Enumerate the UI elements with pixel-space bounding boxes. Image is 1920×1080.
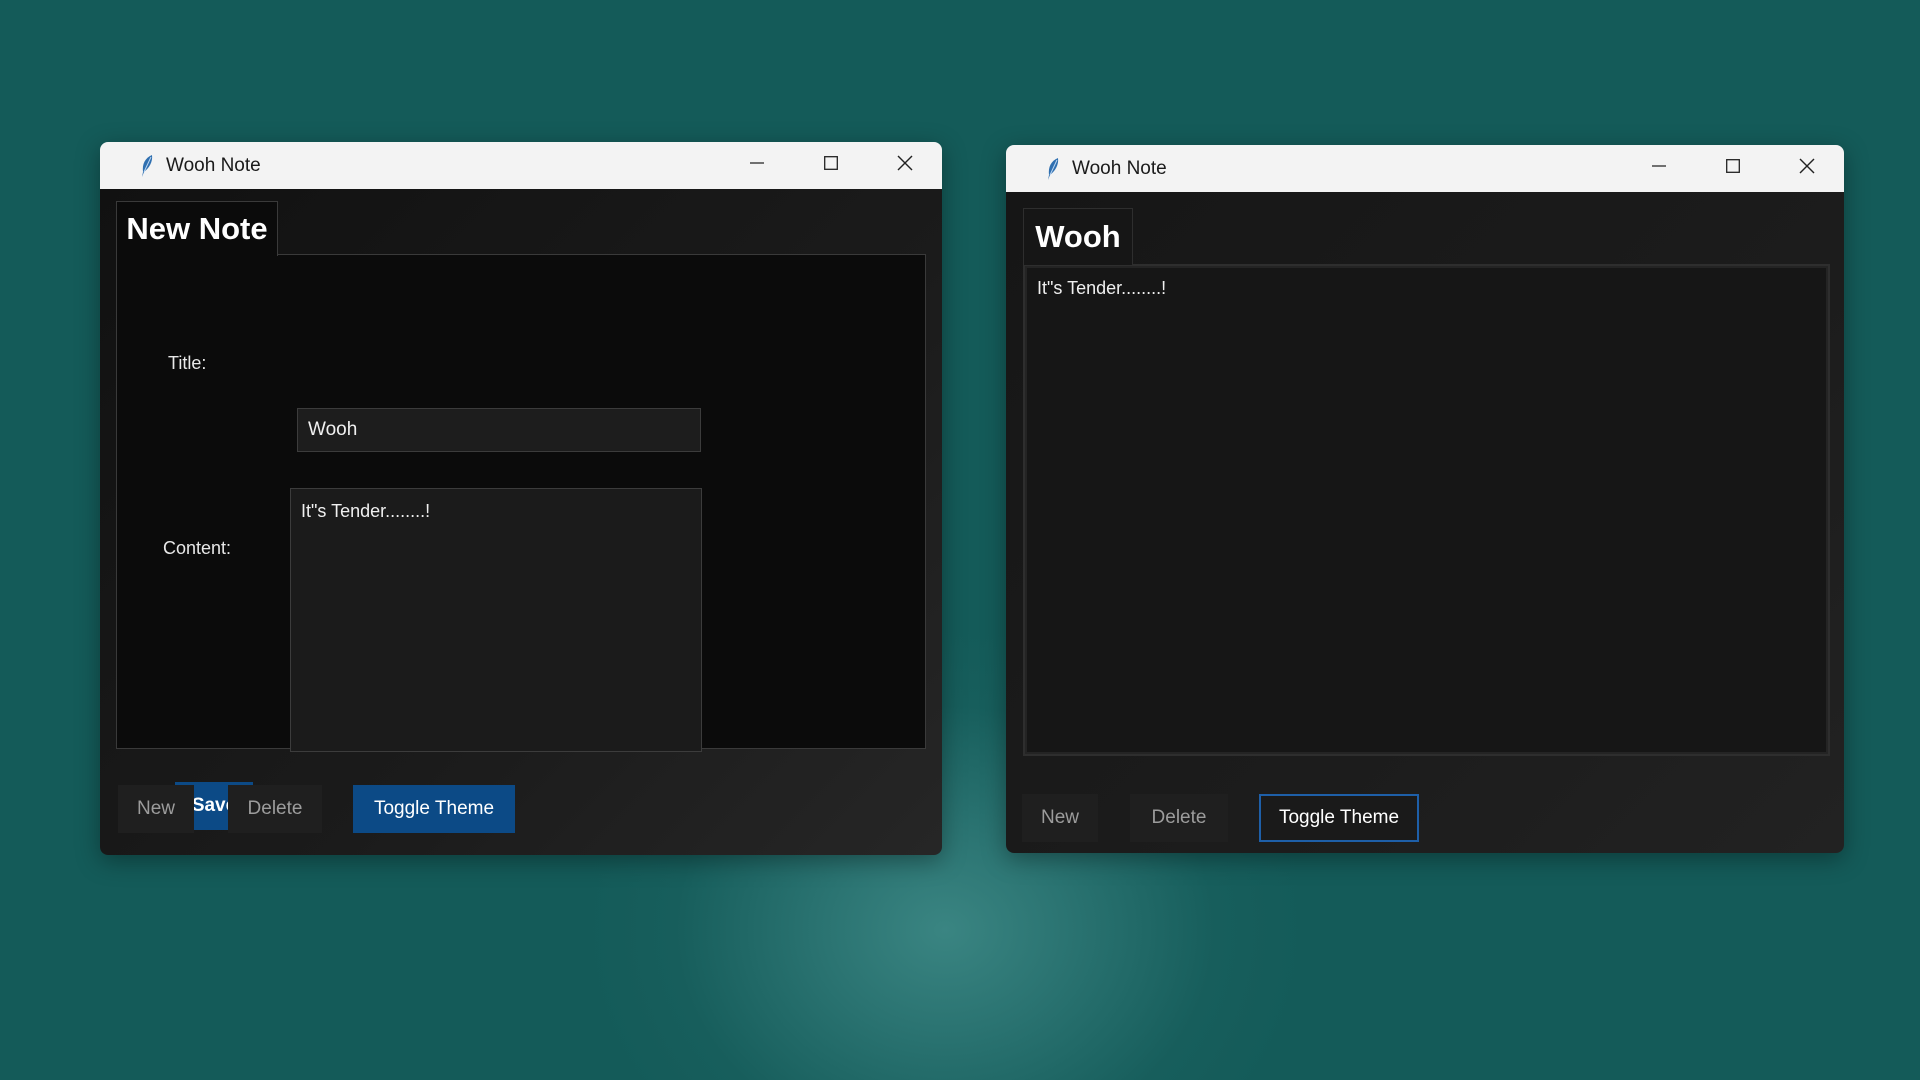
title-input[interactable] [297, 408, 701, 452]
delete-button[interactable]: Delete [228, 785, 322, 833]
minimize-icon [1652, 159, 1666, 178]
window-body: It"s Tender........! Wooh New Delete Tog… [1006, 192, 1844, 853]
minimize-button[interactable] [720, 142, 794, 189]
minimize-icon [750, 156, 764, 175]
close-icon [1799, 158, 1815, 179]
maximize-button[interactable] [1696, 145, 1770, 192]
window-titlebar[interactable]: Wooh Note [100, 142, 942, 189]
close-button[interactable] [1770, 145, 1844, 192]
window-title: Wooh Note [1072, 157, 1167, 179]
new-button[interactable]: New [1022, 794, 1098, 842]
tab-wooh[interactable]: Wooh [1023, 208, 1133, 265]
notebook-panel: Title: Content: It"s Tender........! Sav… [116, 254, 926, 830]
close-button[interactable] [868, 142, 942, 189]
title-label: Title: [168, 353, 207, 373]
toggle-theme-button[interactable]: Toggle Theme [353, 785, 515, 833]
window-body: Title: Content: It"s Tender........! Sav… [100, 189, 942, 855]
toggle-theme-button[interactable]: Toggle Theme [1259, 794, 1419, 842]
notebook-panel: It"s Tender........! [1023, 264, 1830, 756]
window-title: Wooh Note [166, 154, 261, 176]
close-icon [897, 155, 913, 176]
content-textarea[interactable]: It"s Tender........! [290, 488, 702, 752]
feather-icon [138, 154, 156, 178]
note-window-editor: Wooh Note Title: Content: [100, 142, 942, 855]
delete-button[interactable]: Delete [1130, 794, 1228, 842]
maximize-icon [824, 156, 838, 175]
note-content-text[interactable]: It"s Tender........! [1037, 278, 1166, 299]
content-label: Content: [163, 538, 232, 558]
feather-icon [1044, 157, 1062, 181]
window-titlebar[interactable]: Wooh Note [1006, 145, 1844, 192]
maximize-icon [1726, 159, 1740, 178]
new-button[interactable]: New [118, 785, 194, 833]
tab-new-note[interactable]: New Note [116, 201, 278, 256]
maximize-button[interactable] [794, 142, 868, 189]
minimize-button[interactable] [1622, 145, 1696, 192]
note-window-viewer: Wooh Note It"s Tender........! Wooh New … [1006, 145, 1844, 853]
